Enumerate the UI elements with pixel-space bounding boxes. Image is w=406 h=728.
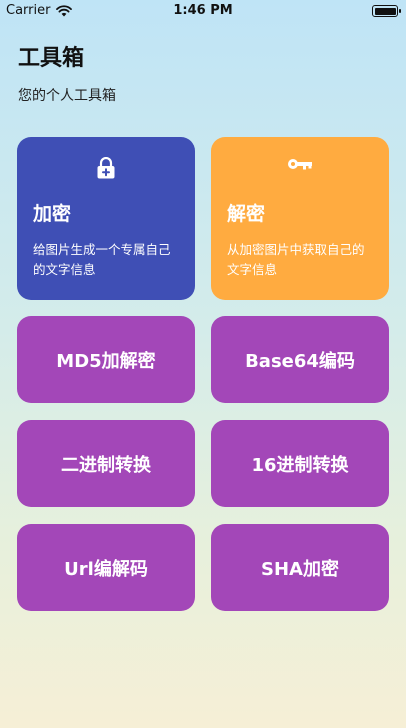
- url-codec-button[interactable]: Url编解码: [17, 524, 195, 611]
- encrypt-card[interactable]: 加密 给图片生成一个专属自己的文字信息: [17, 137, 195, 300]
- lock-icon: [17, 157, 195, 179]
- clock: 1:46 PM: [173, 3, 233, 18]
- status-bar: Carrier 1:46 PM: [0, 0, 406, 24]
- decrypt-card[interactable]: 解密 从加密图片中获取自己的文字信息: [211, 137, 389, 300]
- md5-button[interactable]: MD5加解密: [17, 316, 195, 403]
- hex-convert-button[interactable]: 16进制转换: [211, 420, 389, 507]
- page-title: 工具箱: [18, 46, 85, 71]
- base64-button[interactable]: Base64编码: [211, 316, 389, 403]
- encrypt-description: 给图片生成一个专属自己的文字信息: [33, 242, 171, 277]
- encrypt-title: 加密: [33, 203, 72, 225]
- page-subtitle: 您的个人工具箱: [18, 88, 116, 104]
- sha-button[interactable]: SHA加密: [211, 524, 389, 611]
- decrypt-description: 从加密图片中获取自己的文字信息: [227, 242, 365, 277]
- decrypt-title: 解密: [227, 203, 266, 225]
- battery-icon: [372, 5, 401, 17]
- key-icon: [211, 157, 389, 171]
- binary-convert-button[interactable]: 二进制转换: [17, 420, 195, 507]
